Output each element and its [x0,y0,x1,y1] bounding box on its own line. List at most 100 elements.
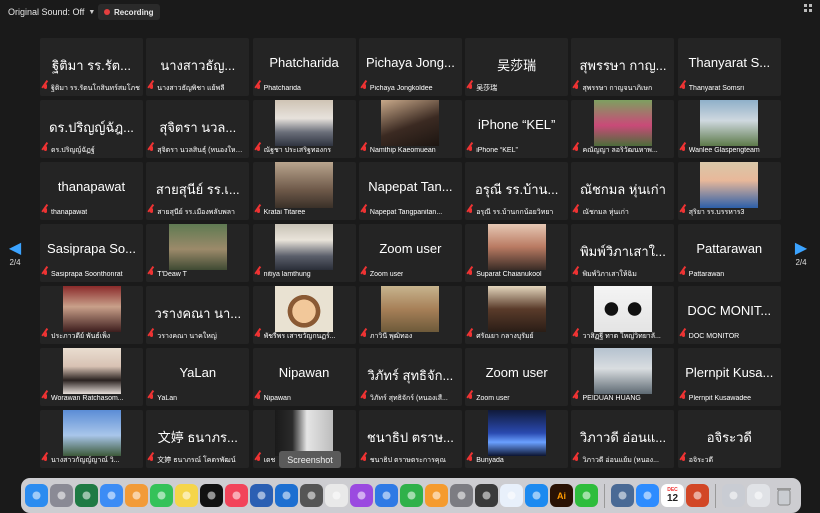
pages-icon[interactable] [425,484,448,507]
original-sound-toggle[interactable]: Original Sound: Off ▼ [8,4,95,20]
participant-tile[interactable]: Pichaya Jong... Pichaya Jongkoldee [358,38,462,96]
participant-tile[interactable]: nitiya lamthung [252,224,356,282]
calendar-icon[interactable]: DEC 12 [661,484,684,507]
prev-page-button[interactable]: ◀ 2/4 [0,240,30,280]
participant-tile[interactable]: Phatcharida Phatcharida [252,38,356,96]
participant-tile[interactable]: iPhone “KEL” iPhone “KEL” [465,100,569,158]
participant-tile[interactable]: PEIDUAN HUANG [571,348,675,406]
keynote-icon[interactable] [375,484,398,507]
participant-name: Suparat Chaianukool [476,270,542,278]
mic-muted-icon [680,270,687,278]
chrome-icon[interactable] [325,484,348,507]
arrow-right-icon: ▶ [794,240,808,257]
participant-tile[interactable]: วรางคณา นา... วรางคณา นาคใหญ่ [146,286,250,344]
participant-tile[interactable]: thanapawat thanapawat [40,162,143,220]
participant-tile[interactable]: คณัญญา ลอริวัฒนหาพ... [571,100,675,158]
launchpad-icon[interactable] [50,484,73,507]
finder-window-icon[interactable] [611,484,634,507]
participant-tile[interactable]: Sasiprapa So... Sasiprapa Soonthonrat [40,224,143,282]
outlook-icon[interactable] [275,484,298,507]
participant-tile[interactable]: นางสาวธัญ... นางสาวธัญพิชา แย้พลี [146,38,250,96]
participant-tile[interactable]: สุพรรษา กาญ... สุพรรษา กาญจนาภิเษก [571,38,675,96]
participant-tile[interactable]: Worawan Ratchasom... [40,348,143,406]
participant-tile[interactable]: ประภาวดีย์ พันธ์เพ็ง [40,286,143,344]
participant-tile[interactable]: Napepat Tan... Napepat Tangpanitan... [358,162,462,220]
appstore-icon[interactable] [525,484,548,507]
trash-icon[interactable] [772,484,795,507]
participant-label-bar: พัชรีพร เสาขวัญกนฏร์... [255,331,354,341]
participant-tile[interactable]: Zoom user Zoom user [358,224,462,282]
participant-tile[interactable]: Namthip Kaeomuean [358,100,462,158]
mic-muted-icon [467,84,474,92]
podcasts-icon[interactable] [350,484,373,507]
participant-tile[interactable]: อรุณี รร.บ้าน... อรุณี รร.บ้านกกน้อยวิทยา [465,162,569,220]
participant-tile[interactable]: Zoom user Zoom user [465,348,569,406]
facetime-icon[interactable] [150,484,173,507]
participant-tile[interactable]: วิภาวดี อ่อนแ... วิภาวดี อ่อนแย้ม (หนอง..… [571,410,675,468]
participant-video [62,410,121,456]
participant-label-bar: ดร.ปริญญ์ฉัฏฐ์ [42,145,141,155]
powerpoint-icon[interactable] [686,484,709,507]
participant-name: สุจิตรา นวลสินธุ์ (หนองใหญ่... [157,146,248,154]
numbers-icon[interactable] [400,484,423,507]
illustrator-icon[interactable]: Ai [550,484,573,507]
view-grid-icon[interactable] [804,4,814,14]
next-page-button[interactable]: ▶ 2/4 [786,240,816,280]
participant-tile[interactable]: T'Deaw T [146,224,250,282]
calculator-icon[interactable] [475,484,498,507]
participant-tile[interactable]: ณัฐชา ประเสริฐทองกร [252,100,356,158]
participant-tile[interactable]: พัชรีพร เสาขวัญกนฏร์... [252,286,356,344]
participant-tile[interactable]: Suparat Chaianukool [465,224,569,282]
participant-tile[interactable]: 文婷 ธนาภร... 文婷 ธนาภรณ์ โคตรพัฒน์ [146,410,250,468]
participant-display-name: วิภาวดี อ่อนแ... [579,430,667,445]
participant-tile[interactable]: YaLan YaLan [146,348,250,406]
participant-tile[interactable]: Bunyada [465,410,569,468]
finder-icon[interactable] [25,484,48,507]
participant-label-bar: Nipawan [255,393,354,403]
participant-tile[interactable]: Nipawan Nipawan [252,348,356,406]
page-indicator-left: 2/4 [9,258,21,267]
participant-tile[interactable]: ฐิติมา รร.รัต... ฐิติมา รร.รัตนโกสินทร์สม… [40,38,143,96]
participant-name: ศรัณยา กลางบุรัมย์ [476,332,534,340]
participant-name: Nipawan [263,394,291,402]
preview-icon[interactable] [722,484,745,507]
participant-tile[interactable]: สุจิตรา นวล... สุจิตรา นวลสินธุ์ (หนองใหญ… [146,100,250,158]
participant-tile[interactable]: พิมพ์วิภาเสาใ... พิมพ์วิภาเสาให้ฉิม [571,224,675,282]
participant-tile[interactable]: ศรัณยา กลางบุรัมย์ [465,286,569,344]
screenshot-icon[interactable] [300,484,323,507]
mail-icon[interactable] [100,484,123,507]
participant-tile[interactable]: ภาวินี พุฒิทอง [358,286,462,344]
participant-tile[interactable]: ชนาธิป ตราษ... ชนาธิป ตราษตระการคุณ [358,410,462,468]
participant-tile[interactable]: สุริยา รร.บรรหาร3 [677,162,781,220]
participant-tile[interactable]: Pattarawan Pattarawan [677,224,781,282]
participant-label-bar: DOC MONITOR [680,331,779,341]
settings-icon[interactable] [450,484,473,507]
participant-display-name: Sasiprapa So... [47,241,136,256]
participant-tile[interactable]: Kratai Titaree [252,162,356,220]
photos-icon[interactable] [125,484,148,507]
participant-tile[interactable]: Wanlee Glaspengteam [677,100,781,158]
participant-name: Namthip Kaeomuean [369,146,436,154]
participant-tile[interactable]: Plernpit Kusa... Plernpit Kusawadee [677,348,781,406]
downloads-icon[interactable] [747,484,770,507]
participant-tile[interactable]: วาสิฏฐี ทาต ใหญ่วิทยาลั... [571,286,675,344]
zoom-icon[interactable] [636,484,659,507]
participant-name: ดร.ปริญญ์ฉัฏฐ์ [51,146,95,154]
participant-tile[interactable]: ดร.ปริญญ์ฉัฎ... ดร.ปริญญ์ฉัฏฐ์ [40,100,143,158]
participant-tile[interactable]: นางสาวกัญญ์ญาณ์ วิ... [40,410,143,468]
notes-icon[interactable] [175,484,198,507]
recording-indicator[interactable]: Recording [98,4,160,20]
word-icon[interactable] [250,484,273,507]
appletv-icon[interactable] [200,484,223,507]
participant-tile[interactable]: ณัชกมล หุ่นเก่า ณัชกมล หุ่นเก่า [571,162,675,220]
excel-icon[interactable] [75,484,98,507]
participant-tile[interactable]: อจิระวดี อจิระวดี [677,410,781,468]
participant-tile[interactable]: สายสุนีย์ รร.เ... สายสุนีย์ รร.เมืองพลับพ… [146,162,250,220]
participant-tile[interactable]: DOC MONIT... DOC MONITOR [677,286,781,344]
safari-icon[interactable] [500,484,523,507]
music-icon[interactable] [225,484,248,507]
participant-tile[interactable]: วิภัทร์ สุทธิจัก... วิภัทร์ สุทธิจักร์ (ห… [358,348,462,406]
participant-tile[interactable]: 吴莎瑞 吴莎瑞 [465,38,569,96]
line-icon[interactable] [575,484,598,507]
participant-tile[interactable]: Thanyarat S... Thanyarat Somsri [677,38,781,96]
